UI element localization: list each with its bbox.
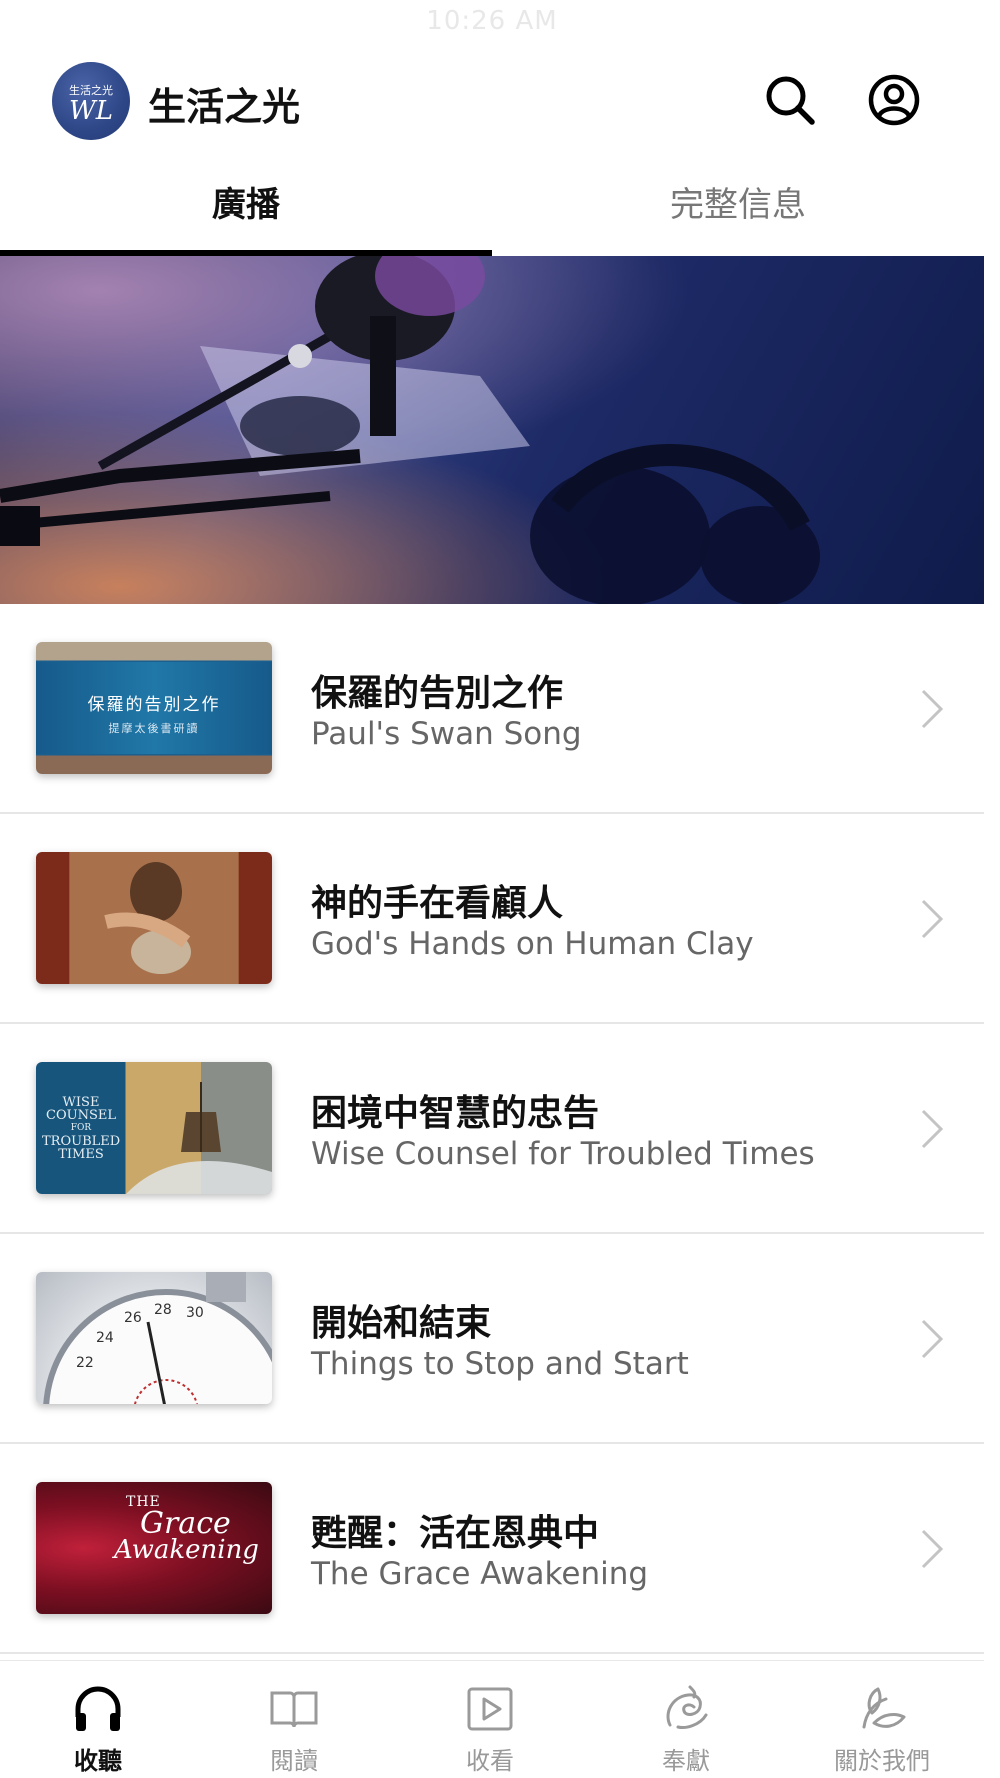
chevron-right-icon — [920, 898, 944, 940]
thumbnail-title: 保羅的告別之作 — [87, 695, 221, 715]
app-screen: 10:26 AM 生活之光 WL 生活之光 廣播 完整信息 保羅的告別之作 提摩… — [0, 0, 1000, 1778]
svg-text:30: 30 — [186, 1305, 204, 1321]
list-item[interactable]: 保羅的告別之作 提摩太後書研讀 保羅的告別之作 Paul's Swan Song — [0, 604, 984, 814]
headphones-icon — [72, 1683, 124, 1735]
account-icon[interactable] — [866, 72, 922, 128]
app-title: 生活之光 — [148, 85, 301, 129]
program-title: 神的手在看顧人 — [311, 883, 564, 924]
program-list: 保羅的告別之作 提摩太後書研讀 保羅的告別之作 Paul's Swan Song… — [0, 604, 984, 1654]
nav-read[interactable]: 閱讀 — [196, 1661, 392, 1778]
list-item[interactable]: THE Grace Awakening 甦醒：活在恩典中 The Grace A… — [0, 1444, 984, 1654]
program-thumbnail: 22 24 26 28 30 — [36, 1272, 272, 1404]
app-logo[interactable]: 生活之光 WL — [52, 62, 130, 140]
program-thumbnail: WISE COUNSEL FOR TROUBLED TIMES — [36, 1062, 272, 1194]
thumbnail-subtitle: 提摩太後書研讀 — [108, 722, 200, 735]
svg-text:28: 28 — [154, 1302, 172, 1318]
svg-text:24: 24 — [96, 1330, 114, 1346]
logo-monogram: WL — [69, 96, 113, 126]
program-subtitle: Paul's Swan Song — [311, 716, 582, 752]
list-item[interactable]: WISE COUNSEL FOR TROUBLED TIMES 困境中智慧的忠告… — [0, 1024, 984, 1234]
program-thumbnail: 保羅的告別之作 提摩太後書研讀 — [36, 642, 272, 774]
program-subtitle: Things to Stop and Start — [311, 1346, 689, 1382]
search-icon[interactable] — [762, 72, 818, 128]
thumbnail-text: THE Grace Awakening — [114, 1494, 259, 1565]
book-icon — [268, 1683, 320, 1735]
svg-text:22: 22 — [76, 1355, 94, 1371]
chevron-right-icon — [920, 1108, 944, 1150]
program-title: 甦醒：活在恩典中 — [311, 1513, 600, 1554]
program-subtitle: God's Hands on Human Clay — [311, 926, 754, 962]
program-title: 保羅的告別之作 — [311, 673, 564, 714]
program-thumbnail — [36, 852, 272, 984]
chevron-right-icon — [920, 1318, 944, 1360]
hero-banner-image — [0, 256, 984, 604]
list-item[interactable]: 22 24 26 28 30 開始和結束 Things to Stop and … — [0, 1234, 984, 1444]
nav-watch[interactable]: 收看 — [392, 1661, 588, 1778]
tab-full-messages[interactable]: 完整信息 — [492, 160, 984, 250]
list-item[interactable]: 神的手在看顧人 God's Hands on Human Clay — [0, 814, 984, 1024]
nav-label: 收聽 — [74, 1747, 122, 1775]
play-icon — [464, 1683, 516, 1735]
nav-label: 奉獻 — [662, 1747, 710, 1775]
nav-label: 收看 — [466, 1747, 514, 1775]
program-title: 開始和結束 — [311, 1303, 492, 1344]
svg-text:26: 26 — [124, 1310, 142, 1326]
tab-bar: 廣播 完整信息 — [0, 160, 984, 256]
nav-listen[interactable]: 收聽 — [0, 1661, 196, 1778]
nav-label: 閱讀 — [270, 1747, 318, 1775]
nav-give[interactable]: 奉獻 — [588, 1661, 784, 1778]
chevron-right-icon — [920, 688, 944, 730]
tab-broadcast[interactable]: 廣播 — [0, 160, 492, 250]
app-header: 生活之光 WL 生活之光 — [0, 60, 1000, 144]
program-thumbnail: THE Grace Awakening — [36, 1482, 272, 1614]
program-subtitle: The Grace Awakening — [311, 1556, 649, 1592]
bottom-navigation: 收聽 閱讀 收看 奉獻 關於我們 — [0, 1660, 984, 1778]
offering-icon — [660, 1683, 712, 1735]
program-subtitle: Wise Counsel for Troubled Times — [311, 1136, 815, 1172]
chevron-right-icon — [920, 1528, 944, 1570]
nav-label: 關於我們 — [834, 1747, 930, 1775]
status-bar-time: 10:26 AM — [426, 6, 558, 36]
leaf-icon — [856, 1683, 908, 1735]
program-title: 困境中智慧的忠告 — [311, 1093, 600, 1134]
nav-about[interactable]: 關於我們 — [784, 1661, 980, 1778]
